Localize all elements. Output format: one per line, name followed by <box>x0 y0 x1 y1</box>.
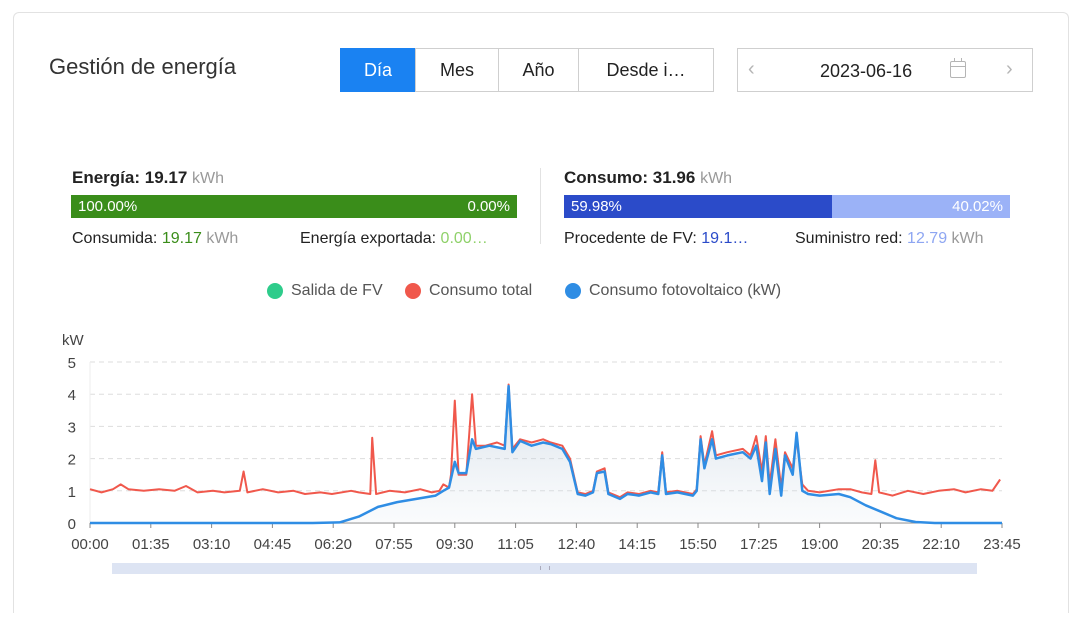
y-tick-label: 1 <box>68 484 76 501</box>
x-tick-label: 14:15 <box>618 536 656 553</box>
y-tick-label: 3 <box>68 419 76 436</box>
chart-zoom-slider[interactable] <box>112 563 977 574</box>
x-tick-label: 23:45 <box>983 536 1021 553</box>
x-tick-label: 11:05 <box>497 536 533 553</box>
x-tick-label: 17:25 <box>740 536 778 553</box>
power-line-chart[interactable]: kW 0 1 2 3 4 5 00:00 01:35 03:10 04:45 06:20 07:55… <box>0 0 1080 617</box>
x-tick-label: 12:40 <box>558 536 596 553</box>
x-tick-label: 15:50 <box>679 536 717 553</box>
x-tick-label: 06:20 <box>314 536 352 553</box>
y-tick-label: 2 <box>68 452 76 469</box>
x-tick-label: 22:10 <box>922 536 960 553</box>
y-tick-label: 4 <box>68 387 76 404</box>
chart-series <box>89 383 1002 525</box>
x-tick-label: 09:30 <box>436 536 474 553</box>
slider-handle-icon[interactable] <box>540 566 550 570</box>
x-tick-label: 07:55 <box>375 536 413 553</box>
y-tick-label: 0 <box>68 516 76 533</box>
x-tick-label: 04:45 <box>254 536 292 553</box>
x-tick-label: 00:00 <box>71 536 109 553</box>
x-tick-label: 20:35 <box>862 536 900 553</box>
x-axis-ticks: 00:00 01:35 03:10 04:45 06:20 07:55 09:30 11:05… <box>71 523 1021 553</box>
x-tick-label: 03:10 <box>193 536 231 553</box>
x-tick-label: 19:00 <box>801 536 839 553</box>
y-axis-label: kW <box>62 332 85 349</box>
x-tick-label: 01:35 <box>132 536 170 553</box>
y-axis-ticks: 0 1 2 3 4 5 <box>68 355 76 533</box>
pv-consumption-area <box>90 386 1002 523</box>
y-tick-label: 5 <box>68 355 76 372</box>
